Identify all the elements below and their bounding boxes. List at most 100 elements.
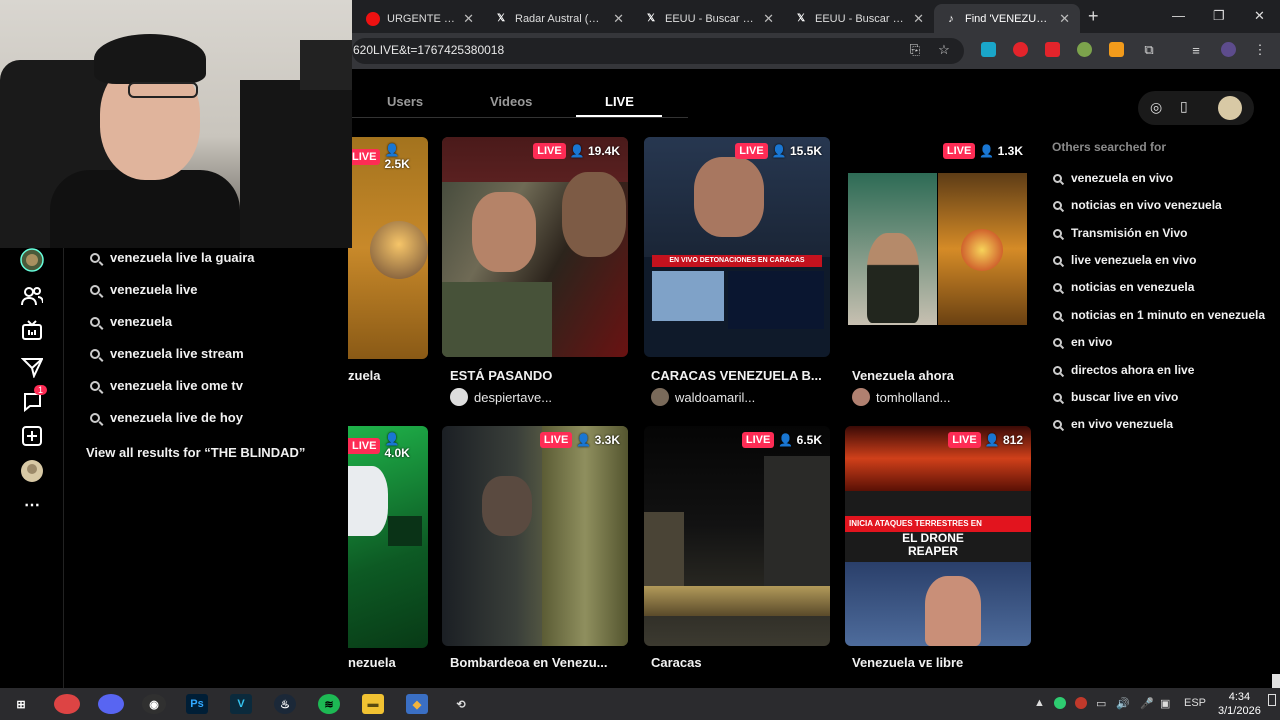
friends-icon[interactable] bbox=[20, 284, 44, 308]
bookmark-star-icon[interactable]: ☆ bbox=[935, 41, 953, 59]
suggestion-item[interactable]: venezuela live bbox=[90, 282, 197, 297]
browser-tab[interactable]: 𝕏 EEUU - Buscar / X ✕ bbox=[784, 4, 934, 33]
live-card[interactable]: LIVE 👤 3.3K bbox=[442, 426, 628, 646]
close-tab-icon[interactable]: ✕ bbox=[913, 11, 924, 27]
suggestion-item[interactable]: venezuela bbox=[90, 314, 172, 329]
suggestion-item[interactable]: venezuela live de hoy bbox=[90, 410, 243, 425]
live-card[interactable]: LIVE 👤 2.5K bbox=[348, 137, 428, 359]
windows-start-icon[interactable]: ⊞ bbox=[10, 694, 32, 714]
install-app-icon[interactable]: ⎘ bbox=[906, 41, 924, 59]
close-tab-icon[interactable]: ✕ bbox=[613, 11, 624, 27]
tab-videos[interactable]: Videos bbox=[490, 94, 532, 109]
view-all-results-link[interactable]: View all results for “THE BLINDAD” bbox=[86, 445, 305, 460]
extension-icon[interactable] bbox=[1077, 42, 1092, 57]
device-icon[interactable]: ▯ bbox=[1180, 98, 1188, 115]
vegas-taskbar-icon[interactable]: V bbox=[230, 694, 252, 714]
microphone-icon[interactable]: 🎤 bbox=[1140, 697, 1154, 710]
app-taskbar-icon[interactable]: ◆ bbox=[406, 694, 428, 714]
window-close-icon[interactable]: ✕ bbox=[1254, 8, 1265, 24]
suggestion-item[interactable]: venezuela live ome tv bbox=[90, 378, 243, 393]
new-tab-button[interactable]: + bbox=[1088, 6, 1099, 27]
restore-icon[interactable]: ❐ bbox=[1213, 8, 1225, 24]
card-user[interactable]: waldoamaril... bbox=[651, 388, 755, 406]
live-card[interactable]: EN VIVO DETONACIONES EN CARACAS LIVE 👤 15… bbox=[644, 137, 830, 357]
file-explorer-taskbar-icon[interactable]: ▬ bbox=[362, 694, 384, 714]
suggestion-item[interactable]: venezuela live la guaira bbox=[90, 250, 255, 265]
extensions-puzzle-icon[interactable]: ⧉ bbox=[1140, 41, 1158, 59]
extension-icon[interactable] bbox=[981, 42, 996, 57]
card-title[interactable]: Venezuela ahora bbox=[852, 368, 1032, 383]
card-user[interactable]: despiertave... bbox=[450, 388, 552, 406]
live-card[interactable]: LIVE 👤 1.3K bbox=[845, 137, 1031, 357]
related-search-item[interactable]: noticias en venezuela bbox=[1053, 280, 1194, 294]
obs-taskbar-icon[interactable]: ◉ bbox=[142, 694, 166, 714]
close-tab-icon[interactable]: ✕ bbox=[463, 11, 474, 27]
upload-icon[interactable] bbox=[20, 424, 44, 448]
nav-foryou-avatar-icon[interactable] bbox=[20, 248, 44, 272]
chrome-menu-icon[interactable]: ⋮ bbox=[1251, 41, 1269, 59]
close-tab-icon[interactable]: ✕ bbox=[763, 11, 774, 27]
related-search-item[interactable]: noticias en 1 minuto en venezuela bbox=[1053, 308, 1273, 322]
related-search-item[interactable]: live venezuela en vivo bbox=[1053, 253, 1196, 267]
close-tab-icon[interactable]: ✕ bbox=[1059, 11, 1070, 27]
card-title[interactable]: Caracas bbox=[651, 655, 831, 670]
steam-taskbar-icon[interactable]: ♨ bbox=[274, 694, 296, 714]
compass-icon[interactable]: ◎ bbox=[1150, 99, 1162, 116]
search-icon bbox=[1053, 282, 1062, 292]
live-card[interactable]: LIVE 👤 6.5K bbox=[644, 426, 830, 646]
live-card[interactable]: LIVE 👤 19.4K bbox=[442, 137, 628, 357]
language-indicator[interactable]: ESP bbox=[1184, 697, 1206, 709]
extension-icon[interactable] bbox=[1013, 42, 1028, 57]
card-title[interactable]: zuela bbox=[348, 368, 428, 383]
live-card[interactable]: INICIA ATAQUES TERRESTRES EN EL DRONE REA… bbox=[845, 426, 1031, 646]
tray-expand-icon[interactable]: ▲ bbox=[1034, 697, 1045, 709]
volume-icon[interactable]: 🔊 bbox=[1116, 697, 1130, 710]
show-desktop-button[interactable] bbox=[1268, 694, 1276, 706]
app-taskbar-icon[interactable]: ⟲ bbox=[450, 694, 472, 714]
profile-avatar-icon[interactable] bbox=[20, 459, 44, 483]
scrollbar-thumb[interactable] bbox=[1272, 674, 1280, 688]
extension-icon[interactable] bbox=[1045, 42, 1060, 57]
related-search-item[interactable]: Transmisión en Vivo bbox=[1053, 226, 1187, 240]
card-user[interactable]: tomholland... bbox=[852, 388, 950, 406]
related-search-item[interactable]: directos ahora en live bbox=[1053, 363, 1194, 377]
card-title[interactable]: CARACAS VENEZUELA B... bbox=[651, 368, 831, 383]
extension-icon[interactable] bbox=[1109, 42, 1124, 57]
suggestion-item[interactable]: venezuela live stream bbox=[90, 346, 244, 361]
minimize-icon[interactable]: — bbox=[1172, 8, 1185, 23]
related-search-item[interactable]: buscar live en vivo bbox=[1053, 390, 1178, 404]
browser-tab-active[interactable]: ♪ Find 'VENEZUELA ✕ bbox=[934, 4, 1080, 33]
card-title[interactable]: ESTÁ PASANDO bbox=[450, 368, 630, 383]
browser-tab[interactable]: URGENTE - EX ✕ bbox=[356, 4, 484, 33]
live-tv-icon[interactable] bbox=[20, 318, 44, 342]
related-search-item[interactable]: en vivo bbox=[1053, 335, 1112, 349]
url-text[interactable]: 620LIVE&t=1767425380018 bbox=[353, 43, 504, 57]
photoshop-taskbar-icon[interactable]: Ps bbox=[186, 694, 208, 714]
messages-send-icon[interactable] bbox=[20, 355, 44, 379]
network-icon[interactable]: ▭ bbox=[1096, 697, 1106, 710]
related-search-item[interactable]: en vivo venezuela bbox=[1053, 417, 1173, 431]
media-control-icon[interactable]: ≡ bbox=[1187, 41, 1205, 59]
user-avatar[interactable] bbox=[1218, 96, 1242, 120]
live-card[interactable]: LIVE 👤 4.0K bbox=[348, 426, 428, 648]
inbox-icon[interactable]: 1 bbox=[20, 385, 48, 413]
card-title[interactable]: Venezuela ᴠᴇ libre bbox=[852, 655, 1032, 670]
tab-users[interactable]: Users bbox=[387, 94, 423, 109]
card-title[interactable]: Bombardeoa en Venezu... bbox=[450, 655, 630, 670]
tray-app-icon[interactable] bbox=[1054, 697, 1066, 709]
card-title[interactable]: nezuela bbox=[348, 655, 428, 670]
profile-avatar-icon[interactable] bbox=[1221, 42, 1236, 57]
more-icon[interactable]: ⋯ bbox=[20, 493, 44, 517]
camera-tray-icon[interactable]: ▣ bbox=[1160, 697, 1170, 710]
discord-taskbar-icon[interactable] bbox=[98, 694, 124, 714]
browser-tab[interactable]: 𝕏 Radar Austral (@R ✕ bbox=[484, 4, 634, 33]
related-search-item[interactable]: venezuela en vivo bbox=[1053, 171, 1173, 185]
browser-tab[interactable]: 𝕏 EEUU - Buscar / X ✕ bbox=[634, 4, 784, 33]
clock[interactable]: 4:34 3/1/2026 bbox=[1218, 690, 1261, 718]
chrome-taskbar-icon[interactable] bbox=[54, 694, 80, 714]
tab-live[interactable]: LIVE bbox=[605, 94, 634, 109]
tray-app-icon[interactable] bbox=[1075, 697, 1087, 709]
spotify-taskbar-icon[interactable]: ≋ bbox=[318, 694, 340, 714]
related-search-item[interactable]: noticias en vivo venezuela bbox=[1053, 198, 1222, 212]
viewer-count: 👤 6.5K bbox=[778, 433, 822, 447]
